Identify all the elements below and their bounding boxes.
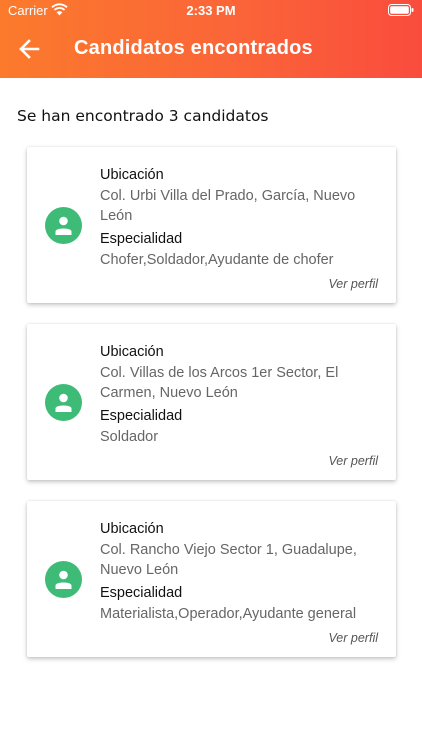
location-value: Col. Rancho Viejo Sector 1, Guadalupe, N…: [100, 542, 357, 578]
view-profile-link[interactable]: Ver perfil: [328, 454, 378, 468]
results-summary: Se han encontrado 3 candidatos: [17, 107, 269, 125]
view-profile-link[interactable]: Ver perfil: [328, 631, 378, 645]
candidate-card[interactable]: Ubicación Col. Villas de los Arcos 1er S…: [27, 324, 396, 480]
battery-icon: [388, 4, 414, 16]
person-avatar-icon: [45, 384, 82, 421]
back-arrow-icon[interactable]: [18, 38, 40, 60]
candidate-details: Ubicación Col. Villas de los Arcos 1er S…: [100, 342, 390, 450]
location-label: Ubicación: [100, 521, 164, 537]
status-bar: Carrier 2:33 PM: [0, 0, 422, 22]
candidate-details: Ubicación Col. Urbi Villa del Prado, Gar…: [100, 165, 390, 273]
candidate-details: Ubicación Col. Rancho Viejo Sector 1, Gu…: [100, 519, 390, 627]
location-label: Ubicación: [100, 344, 164, 360]
specialty-value: Soldador: [100, 429, 159, 445]
location-value: Col. Urbi Villa del Prado, García, Nuevo…: [100, 188, 356, 224]
page-title: Candidatos encontrados: [74, 37, 313, 59]
specialty-label: Especialidad: [100, 231, 183, 247]
specialty-label: Especialidad: [100, 408, 183, 424]
specialty-value: Chofer,Soldador,Ayudante de chofer: [100, 252, 334, 268]
specialty-label: Especialidad: [100, 585, 183, 601]
location-value: Col. Villas de los Arcos 1er Sector, El …: [100, 365, 339, 401]
specialty-value: Materialista,Operador,Ayudante general: [100, 606, 357, 622]
person-avatar-icon: [45, 207, 82, 244]
person-avatar-icon: [45, 561, 82, 598]
candidate-card[interactable]: Ubicación Col. Urbi Villa del Prado, Gar…: [27, 147, 396, 303]
candidate-card[interactable]: Ubicación Col. Rancho Viejo Sector 1, Gu…: [27, 501, 396, 657]
app-header: Carrier 2:33 PM Candidatos encontrados: [0, 0, 422, 78]
status-time: 2:33 PM: [186, 3, 236, 18]
location-label: Ubicación: [100, 167, 164, 183]
view-profile-link[interactable]: Ver perfil: [328, 277, 378, 291]
